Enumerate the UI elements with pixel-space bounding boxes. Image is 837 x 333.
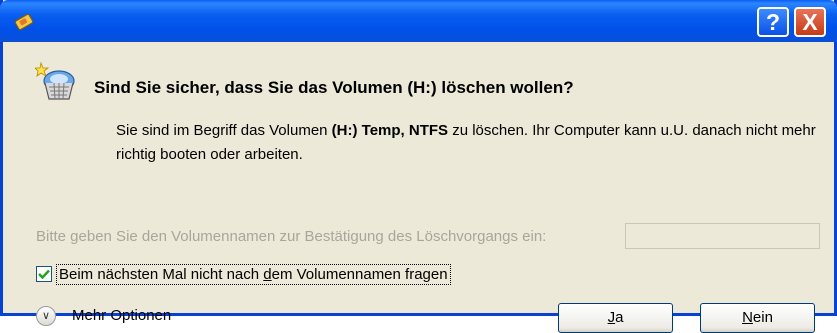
checkmark-icon [38, 269, 50, 280]
no-rest: ein [752, 309, 773, 326]
dialog-content: Sind Sie sicher, dass Sie das Volumen (H… [3, 42, 834, 333]
chevron-down-icon[interactable]: ∨ [36, 306, 56, 326]
no-button[interactable]: Nein [700, 303, 815, 333]
dont-ask-label-pre: Beim nächsten Mal nicht nach [59, 266, 264, 283]
yes-accel: J [607, 309, 616, 326]
yes-rest: a [615, 309, 624, 326]
volume-name-input[interactable] [625, 223, 820, 249]
no-accel: N [742, 309, 753, 326]
dont-ask-label-accel: d [263, 266, 272, 283]
delete-volume-icon [35, 61, 75, 100]
volume-name: (H:) Temp, NTFS [331, 122, 449, 139]
desc-text-1: Sie sind im Begriff das Volumen [116, 122, 332, 139]
dialog-description: Sie sind im Begriff das Volumen (H:) Tem… [116, 119, 816, 167]
dialog-heading: Sind Sie sicher, dass Sie das Volumen (H… [94, 78, 574, 97]
dialog-window: ? X Sind Sie sicher, dass Sie das Volume… [0, 0, 837, 333]
app-icon [14, 13, 34, 31]
dont-ask-label[interactable]: Beim nächsten Mal nicht nach dem Volumen… [56, 264, 451, 285]
yes-button[interactable]: Ja [558, 303, 673, 333]
close-button[interactable]: X [794, 7, 826, 37]
dont-ask-checkbox[interactable] [36, 266, 52, 282]
title-bar[interactable]: ? X [0, 0, 837, 42]
help-button[interactable]: ? [757, 7, 789, 37]
confirm-label: Bitte geben Sie den Volumennamen zur Bes… [36, 228, 547, 245]
dont-ask-label-post: em Volumennamen fragen [271, 266, 448, 283]
